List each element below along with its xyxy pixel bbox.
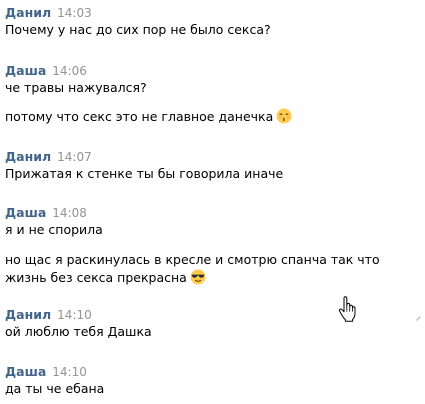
message-header: Данил 14:07 (5, 148, 92, 164)
message-header: Даша 14:10 (5, 363, 87, 379)
kissing-closed-eyes-emoji-icon (276, 108, 292, 124)
message-text: потому что секс это не главное данечка (5, 109, 274, 124)
message-time[interactable]: 14:10 (52, 365, 87, 379)
message-text-with-emoji: потому что секс это не главное данечка (5, 108, 420, 126)
message-time[interactable]: 14:08 (52, 206, 87, 220)
message-header: Данил 14:10 (5, 306, 92, 322)
message-time[interactable]: 14:10 (57, 308, 92, 322)
message-time[interactable]: 14:07 (57, 150, 92, 164)
message-action-icon[interactable] (416, 316, 421, 321)
message-text: Почему у нас до сих пор не было секса? (5, 22, 271, 37)
message-header: Даша 14:06 (5, 62, 87, 78)
message-time[interactable]: 14:06 (52, 64, 87, 78)
author-name[interactable]: Данил (5, 149, 51, 164)
message-text: да ты че ебана (5, 381, 105, 396)
author-name[interactable]: Даша (5, 63, 46, 78)
author-name[interactable]: Даша (5, 205, 46, 220)
message-time[interactable]: 14:03 (57, 6, 92, 20)
message-text-with-emoji: но щас я раскинулась в кресле и смотрю с… (5, 251, 420, 287)
message-text: я и не спорила (5, 222, 103, 237)
author-name[interactable]: Данил (5, 5, 51, 20)
message-text: Прижатая к стенке ты бы говорила иначе (5, 166, 284, 181)
hand-pointer-cursor-icon (338, 296, 356, 322)
message-text: че травы нажувался? (5, 80, 147, 95)
sunglasses-emoji-icon (190, 269, 206, 285)
author-name[interactable]: Даша (5, 364, 46, 379)
message-header: Даша 14:08 (5, 204, 87, 220)
message-header: Данил 14:03 (5, 4, 92, 20)
author-name[interactable]: Данил (5, 307, 51, 322)
message-text: ой люблю тебя Дашка (5, 324, 152, 339)
